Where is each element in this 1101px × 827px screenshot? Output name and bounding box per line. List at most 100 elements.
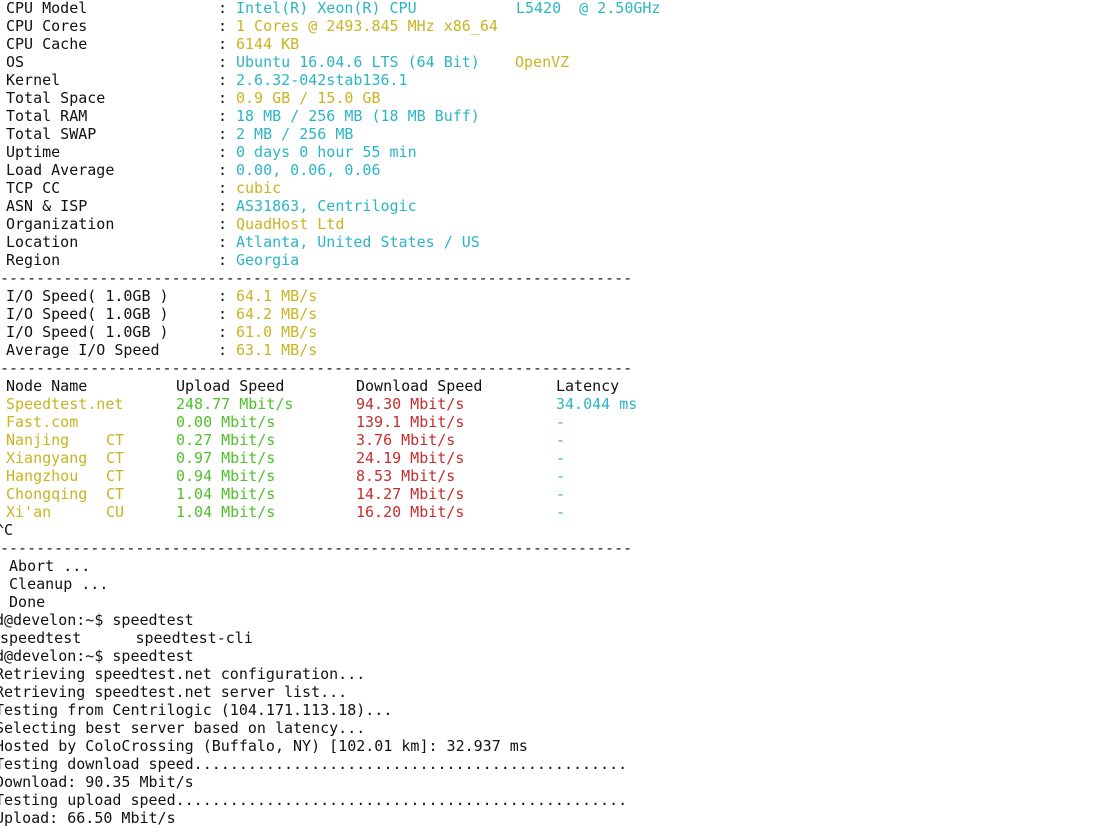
sysinfo-label: Total Space: [6, 89, 106, 107]
node-name: Hangzhou: [6, 467, 79, 485]
sysinfo-value: 18 MB / 256 MB (18 MB Buff): [236, 107, 480, 125]
sysinfo-value: QuadHost Ltd: [236, 215, 345, 233]
download-speed: 139.1 Mbit/s: [356, 413, 465, 431]
sysinfo-separator: :: [218, 197, 228, 215]
sysinfo-separator: :: [218, 71, 228, 89]
output-line: Retrieving speedtest.net server list...: [0, 683, 348, 701]
io-separator: :: [218, 341, 228, 359]
table-row: Chongqing CT 1.04 Mbit/s 14.27 Mbit/s -: [0, 485, 565, 503]
upload-result: Upload: 66.50 Mbit/s: [0, 809, 176, 827]
io-separator: :: [218, 323, 228, 341]
upload-speed: 1.04 Mbit/s: [176, 485, 276, 503]
latency: -: [556, 413, 566, 431]
node-isp: CU: [106, 503, 125, 521]
table-row: Xi'an CU 1.04 Mbit/s 16.20 Mbit/s -: [0, 503, 565, 521]
node-isp: CT: [106, 449, 125, 467]
sysinfo-value: Intel(R) Xeon(R) CPU L5420 @ 2.50GHz: [236, 0, 661, 17]
latency: -: [556, 503, 566, 521]
table-row: Xiangyang CT 0.97 Mbit/s 24.19 Mbit/s -: [0, 449, 565, 467]
io-row: I/O Speed( 1.0GB ) : 61.0 MB/s: [0, 323, 317, 341]
sysinfo-row: Organization : QuadHost Ltd: [0, 215, 344, 233]
sysinfo-value: 2 MB / 256 MB: [236, 125, 354, 143]
io-label: I/O Speed( 1.0GB ): [6, 287, 169, 305]
sysinfo-separator: :: [218, 107, 228, 125]
sysinfo-separator: :: [218, 125, 228, 143]
node-isp: CT: [106, 485, 125, 503]
download-speed: 16.20 Mbit/s: [356, 503, 465, 521]
sysinfo-label: Uptime: [6, 143, 61, 161]
divider: ----------------------------------------…: [0, 539, 633, 557]
shell-prompt: d@develon:~$ speedtest: [0, 611, 194, 629]
output-line: Done: [0, 593, 46, 611]
io-label: I/O Speed( 1.0GB ): [6, 323, 169, 341]
latency: -: [556, 431, 566, 449]
sysinfo-label: Total SWAP: [6, 125, 97, 143]
output-line: Selecting best server based on latency..…: [0, 719, 366, 737]
io-value: 63.1 MB/s: [236, 341, 318, 359]
sysinfo-row: Total SWAP : 2 MB / 256 MB: [0, 125, 353, 143]
sysinfo-separator: :: [218, 143, 228, 161]
table-row: Speedtest.net 248.77 Mbit/s 94.30 Mbit/s…: [0, 395, 637, 413]
io-value: 61.0 MB/s: [236, 323, 318, 341]
table-row: Fast.com 0.00 Mbit/s 139.1 Mbit/s -: [0, 413, 565, 431]
sysinfo-virtualization: OpenVZ: [515, 53, 570, 71]
sysinfo-separator: :: [218, 161, 228, 179]
sysinfo-label: OS: [6, 53, 25, 71]
interrupt-marker: ^C: [0, 521, 14, 539]
sysinfo-separator: :: [218, 215, 228, 233]
sysinfo-separator: :: [218, 0, 228, 17]
sysinfo-label: CPU Model: [6, 0, 88, 17]
io-separator: :: [218, 287, 228, 305]
divider: ----------------------------------------…: [0, 269, 633, 287]
output-line: Retrieving speedtest.net configuration..…: [0, 665, 366, 683]
completion-suggestions: speedtest speedtest-cli: [0, 629, 253, 647]
sysinfo-row: Total Space : 0.9 GB / 15.0 GB: [0, 89, 381, 107]
sysinfo-row: CPU Model : Intel(R) Xeon(R) CPU L5420 @…: [0, 0, 660, 17]
sysinfo-row: Location : Atlanta, United States / US: [0, 233, 480, 251]
shell-prompt: d@develon:~$ speedtest: [0, 647, 194, 665]
output-line: Testing upload speed....................…: [0, 791, 628, 809]
sysinfo-separator: :: [218, 53, 228, 71]
sysinfo-label: Region: [6, 251, 61, 269]
upload-speed: 248.77 Mbit/s: [176, 395, 294, 413]
io-row: I/O Speed( 1.0GB ) : 64.2 MB/s: [0, 305, 317, 323]
io-row: Average I/O Speed : 63.1 MB/s: [0, 341, 317, 359]
sysinfo-row: CPU Cache : 6144 KB: [0, 35, 299, 53]
node-name: Nanjing: [6, 431, 70, 449]
io-label: I/O Speed( 1.0GB ): [6, 305, 169, 323]
download-speed: 94.30 Mbit/s: [356, 395, 465, 413]
sysinfo-value: 2.6.32-042stab136.1: [236, 71, 408, 89]
io-separator: :: [218, 305, 228, 323]
sysinfo-label: CPU Cores: [6, 17, 88, 35]
sysinfo-label: ASN & ISP: [6, 197, 88, 215]
divider: ----------------------------------------…: [0, 359, 633, 377]
sysinfo-label: Load Average: [6, 161, 115, 179]
io-value: 64.1 MB/s: [236, 287, 318, 305]
download-speed: 8.53 Mbit/s: [356, 467, 456, 485]
io-value: 64.2 MB/s: [236, 305, 318, 323]
upload-speed: 0.97 Mbit/s: [176, 449, 276, 467]
column-header-download: Download Speed: [356, 377, 483, 395]
sysinfo-value: Atlanta, United States / US: [236, 233, 480, 251]
latency: -: [556, 449, 566, 467]
column-header-latency: Latency: [556, 377, 620, 395]
sysinfo-value: Georgia: [236, 251, 300, 269]
output-line: Cleanup ...: [0, 575, 109, 593]
sysinfo-separator: :: [218, 233, 228, 251]
sysinfo-separator: :: [218, 17, 228, 35]
node-name: Speedtest.net: [6, 395, 124, 413]
sysinfo-row: CPU Cores : 1 Cores @ 2493.845 MHz x86_6…: [0, 17, 498, 35]
sysinfo-label: Kernel: [6, 71, 61, 89]
latency: -: [556, 485, 566, 503]
table-row: Hangzhou CT 0.94 Mbit/s 8.53 Mbit/s -: [0, 467, 565, 485]
output-line: Testing download speed..................…: [0, 755, 628, 773]
sysinfo-value: Ubuntu 16.04.6 LTS (64 Bit): [236, 53, 480, 71]
speed-table-header: Node Name Upload Speed Download Speed La…: [0, 377, 619, 395]
sysinfo-value: 0.00, 0.06, 0.06: [236, 161, 381, 179]
output-line: Testing from Centrilogic (104.171.113.18…: [0, 701, 393, 719]
download-speed: 24.19 Mbit/s: [356, 449, 465, 467]
sysinfo-value: 1 Cores @ 2493.845 MHz x86_64: [236, 17, 498, 35]
download-result: Download: 90.35 Mbit/s: [0, 773, 194, 791]
io-row: I/O Speed( 1.0GB ) : 64.1 MB/s: [0, 287, 317, 305]
column-header-upload: Upload Speed: [176, 377, 285, 395]
